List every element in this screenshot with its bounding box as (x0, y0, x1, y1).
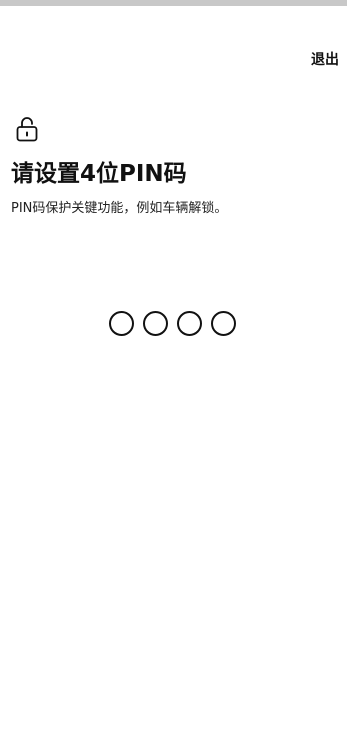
page-subtitle: PIN码保护关键功能，例如车辆解锁。 (11, 201, 228, 216)
pin-dot (109, 311, 134, 336)
exit-button[interactable]: 退出 (311, 50, 339, 70)
status-bar (0, 0, 347, 6)
pin-input-indicator[interactable] (109, 311, 236, 336)
pin-dot (211, 311, 236, 336)
pin-dot (177, 311, 202, 336)
pin-dot (143, 311, 168, 336)
page-title: 请设置4位PIN码 (11, 161, 187, 187)
lock-icon (16, 117, 38, 142)
